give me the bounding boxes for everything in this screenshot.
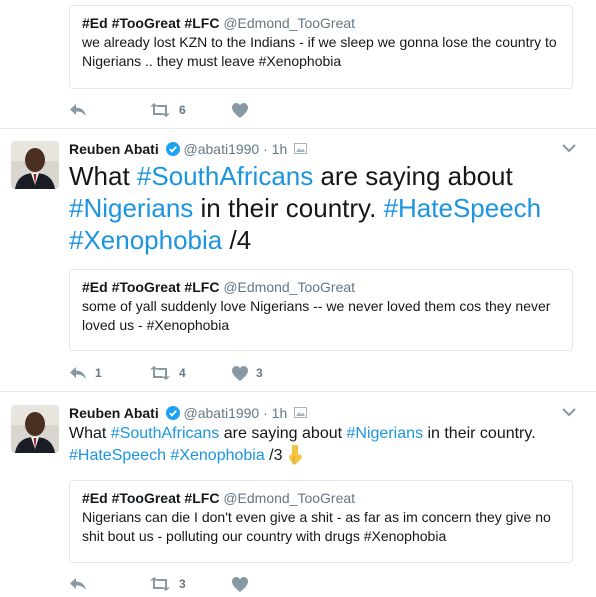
retweet-button[interactable]: 4 [149, 363, 186, 383]
quoted-name: #Ed #TooGreat #LFC [82, 490, 220, 506]
tweet-time[interactable]: · 1h [263, 405, 287, 421]
author-name[interactable]: Reuben Abati [69, 141, 159, 157]
quoted-name: #Ed #TooGreat #LFC [82, 15, 220, 31]
text-segment: in their country. [423, 425, 536, 442]
tweet-0[interactable]: #Ed #TooGreat #LFC @Edmond_TooGreat we a… [0, 0, 596, 129]
photo-icon [294, 143, 308, 154]
retweet-count: 6 [179, 103, 186, 117]
author-handle[interactable]: @abati1990 [184, 405, 260, 421]
retweet-button[interactable]: 3 [149, 574, 186, 594]
verified-icon [165, 406, 180, 420]
author-handle[interactable]: @abati1990 [184, 141, 260, 157]
text-segment: /3 [264, 447, 283, 464]
reply-button[interactable]: 1 [69, 363, 102, 383]
like-button[interactable] [232, 100, 256, 120]
quoted-tweet[interactable]: #Ed #TooGreat #LFC @Edmond_TooGreat we a… [69, 5, 573, 89]
reply-button[interactable] [69, 574, 95, 594]
quoted-handle: @Edmond_TooGreat [223, 490, 356, 506]
hashtag-link[interactable]: #Xenophobia [170, 447, 264, 464]
text-segment: are saying about [313, 161, 513, 191]
tweet-1[interactable]: Reuben Abati @abati1990 · 1h What #South… [0, 129, 596, 392]
quoted-tweet[interactable]: #Ed #TooGreat #LFC @Edmond_TooGreat Nige… [69, 480, 573, 563]
heart-icon [232, 102, 248, 118]
text-segment: are saying about [219, 425, 347, 442]
hashtag-link[interactable]: #Nigerians [347, 425, 423, 442]
like-count: 3 [256, 366, 263, 380]
retweet-button[interactable]: 6 [149, 100, 186, 120]
heart-icon [232, 576, 248, 592]
hashtag-link[interactable]: #Nigerians [69, 193, 193, 223]
hashtag-link[interactable]: #HateSpeech [384, 193, 542, 223]
caret-down-icon[interactable] [562, 143, 576, 153]
hashtag-link[interactable]: #HateSpeech [69, 447, 166, 464]
caret-down-icon[interactable] [562, 407, 576, 417]
retweet-icon [150, 577, 170, 591]
tweet-header: Reuben Abati @abati1990 · 1h [69, 405, 308, 421]
retweet-count: 4 [179, 366, 186, 380]
hashtag-link[interactable]: #Xenophobia [69, 225, 222, 255]
quoted-text: we already lost KZN to the Indians - if … [82, 34, 557, 69]
retweet-count: 3 [179, 577, 186, 591]
pointing-down-emoji [289, 445, 302, 465]
tweet-2[interactable]: Reuben Abati @abati1990 · 1h What #South… [0, 392, 596, 597]
retweet-icon [150, 103, 170, 117]
verified-icon [165, 142, 180, 156]
text-segment: What [69, 161, 137, 191]
quoted-header: #Ed #TooGreat #LFC @Edmond_TooGreat [82, 279, 560, 295]
tweet-time[interactable]: · 1h [263, 141, 287, 157]
hashtag-link[interactable]: #SouthAfricans [111, 425, 220, 442]
reply-icon [70, 578, 86, 590]
like-button[interactable]: 3 [232, 363, 263, 383]
retweet-icon [150, 366, 170, 380]
reply-button[interactable] [69, 100, 95, 120]
tweet-text: What #SouthAfricans are saying about #Ni… [69, 160, 569, 256]
quoted-tweet[interactable]: #Ed #TooGreat #LFC @Edmond_TooGreat some… [69, 269, 573, 351]
hashtag-link[interactable]: #SouthAfricans [137, 161, 313, 191]
reply-count: 1 [95, 366, 102, 380]
quoted-handle: @Edmond_TooGreat [223, 15, 356, 31]
text-segment: /4 [222, 225, 252, 255]
text-segment: in their country. [193, 193, 384, 223]
reply-icon [70, 104, 86, 116]
heart-icon [232, 365, 248, 381]
quoted-header: #Ed #TooGreat #LFC @Edmond_TooGreat [82, 15, 560, 31]
reply-icon [70, 367, 86, 379]
quoted-text: Nigerians can die I don't even give a sh… [82, 509, 551, 544]
tweet-text: What #SouthAfricans are saying about #Ni… [69, 423, 569, 467]
tweet-header: Reuben Abati @abati1990 · 1h [69, 141, 308, 157]
quoted-text: some of yall suddenly love Nigerians -- … [82, 298, 551, 333]
quoted-name: #Ed #TooGreat #LFC [82, 279, 220, 295]
like-button[interactable] [232, 574, 256, 594]
avatar[interactable] [11, 141, 59, 189]
quoted-header: #Ed #TooGreat #LFC @Edmond_TooGreat [82, 490, 560, 506]
photo-icon [294, 407, 308, 418]
avatar[interactable] [11, 405, 59, 453]
quoted-handle: @Edmond_TooGreat [223, 279, 356, 295]
author-name[interactable]: Reuben Abati [69, 405, 159, 421]
text-segment: What [69, 425, 111, 442]
